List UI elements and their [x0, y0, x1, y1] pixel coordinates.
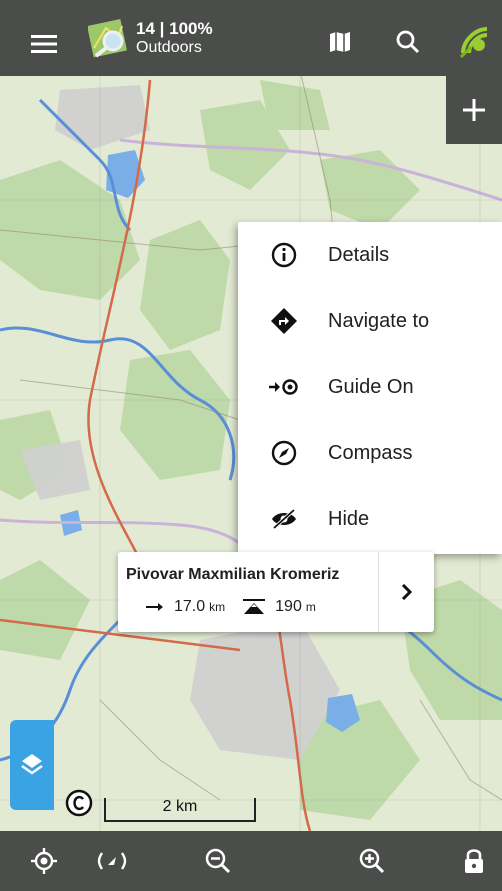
menu-item-label: Compass [328, 441, 413, 464]
navigate-icon [268, 305, 300, 337]
menu-item-label: Navigate to [328, 309, 430, 332]
map-info[interactable]: 14 | 100% Outdoors [136, 20, 213, 57]
elevation-unit: m [305, 600, 316, 614]
top-bar: 14 | 100% Outdoors [0, 0, 502, 76]
menu-item-hide[interactable]: Hide [238, 486, 502, 552]
point-stats: 17.0 km 190 m [146, 598, 316, 616]
distance-value: 17.0 [174, 598, 206, 615]
map-name: Outdoors [136, 38, 202, 56]
map-thumbnail-icon[interactable] [87, 18, 128, 58]
bottom-bar [0, 831, 502, 891]
copyright-icon[interactable] [64, 788, 94, 818]
map-icon[interactable] [320, 22, 360, 62]
layers-button[interactable] [10, 720, 54, 810]
elevation-icon [243, 599, 266, 614]
plus-icon [463, 99, 485, 121]
menu-item-label: Details [328, 243, 390, 266]
menu-item-details[interactable]: Details [238, 222, 502, 288]
menu-item-guide-on[interactable]: Guide On [238, 354, 502, 420]
compass-icon [268, 437, 300, 469]
zoom-info: 14 | 100% [136, 19, 213, 38]
distance-icon [146, 603, 163, 611]
menu-item-navigate-to[interactable]: Navigate to [238, 288, 502, 354]
context-menu: Details Navigate to Guide On Compass Hid… [238, 222, 502, 554]
point-detail-button[interactable] [378, 552, 434, 632]
hide-icon [268, 503, 300, 535]
point-info-card[interactable]: Pivovar Maxmilian Kromeriz 17.0 km 190 m [118, 552, 434, 632]
menu-icon[interactable] [22, 24, 66, 64]
menu-item-compass[interactable]: Compass [238, 420, 502, 486]
elevation-value: 190 [275, 598, 302, 615]
distance-unit: km [209, 600, 226, 614]
scale-label: 2 km [162, 798, 198, 815]
menu-item-label: Guide On [328, 375, 414, 398]
search-icon[interactable] [388, 22, 428, 62]
chevron-right-icon [401, 584, 412, 600]
guide-icon [268, 371, 300, 403]
info-icon [268, 239, 300, 271]
zoom-in-icon[interactable] [352, 841, 392, 881]
menu-item-label: Hide [328, 507, 370, 530]
gps-icon[interactable] [448, 18, 502, 64]
zoom-out-icon[interactable] [198, 841, 238, 881]
my-location-icon[interactable] [24, 841, 64, 881]
point-title: Pivovar Maxmilian Kromeriz [126, 566, 340, 583]
lock-icon[interactable] [454, 841, 494, 881]
add-button[interactable] [446, 76, 502, 144]
layers-icon [21, 754, 43, 775]
map-rotate-icon[interactable] [92, 841, 132, 881]
map-scale: 2 km [104, 798, 256, 822]
